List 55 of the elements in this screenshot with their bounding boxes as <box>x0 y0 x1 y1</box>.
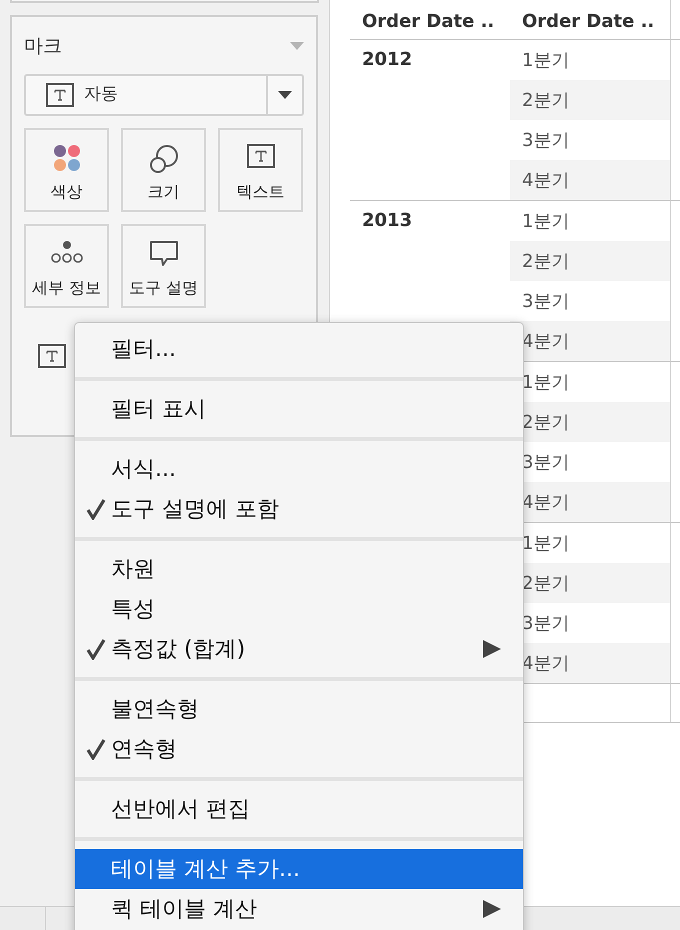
menu-item-label: 측정값 (합계) <box>111 636 246 664</box>
quarter-cell-text: 1분기 <box>521 532 570 556</box>
text-type-icon <box>246 144 274 168</box>
menu-item[interactable]: 테이블 계산 추가... <box>75 849 523 889</box>
mark-property-button[interactable]: 크기 <box>121 128 206 212</box>
quarter-cell-text: 3분기 <box>521 612 570 636</box>
menu-item-label: 서식... <box>111 456 177 484</box>
column-header[interactable]: Order Date .. <box>510 0 670 39</box>
menu-item[interactable]: 퀵 테이블 계산 <box>75 889 523 929</box>
speech-bubble-icon <box>148 240 178 268</box>
menu-item[interactable]: 선반에서 편집 <box>75 789 523 829</box>
menu-item-label: 테이블 계산 추가... <box>111 856 301 884</box>
quarter-cell-text: 1분기 <box>521 210 570 234</box>
quarter-cell-text: 3분기 <box>521 290 570 314</box>
year-cell: 2013 <box>362 210 412 231</box>
menu-item[interactable]: 연속형 <box>75 729 523 769</box>
menu-item[interactable]: 불연속형 <box>75 689 523 729</box>
menu-item-label: 특성 <box>111 596 156 624</box>
menu-item-label: 불연속형 <box>111 696 200 724</box>
quarter-cell: 4분기 <box>510 160 670 200</box>
quarter-cell-text: 1분기 <box>521 48 570 72</box>
checkmark-icon <box>86 498 106 520</box>
text-type-icon <box>38 344 66 368</box>
quarter-cell-text: 3분기 <box>521 450 570 474</box>
menu-item-label: 연속형 <box>111 736 178 764</box>
quarter-cell-text: 3분기 <box>521 128 570 152</box>
menu-item-label: 차원 <box>111 556 156 584</box>
mark-property-button[interactable]: 세부 정보 <box>24 224 109 308</box>
mark-type-dropdown[interactable]: 자동 <box>24 74 304 116</box>
text-type-icon <box>46 83 74 107</box>
caret-icon <box>278 91 292 99</box>
mark-property-button[interactable]: 도구 설명 <box>121 224 206 308</box>
color-dots-icon <box>52 144 80 172</box>
submenu-arrow-icon <box>483 900 501 918</box>
quarter-cell: 4분기 <box>510 321 670 361</box>
mark-property-button[interactable]: 색상 <box>24 128 109 212</box>
mark-property-button[interactable]: 텍스트 <box>218 128 303 212</box>
menu-item-label: 필터... <box>111 336 177 364</box>
menu-item-label: 도구 설명에 포함 <box>111 496 280 524</box>
menu-item-label: 선반에서 편집 <box>111 796 251 824</box>
card-title: 마크 <box>24 34 62 59</box>
checkmark-icon <box>86 738 106 760</box>
year-cell: 2012 <box>362 49 412 70</box>
quarter-cell-text: 1분기 <box>521 370 570 394</box>
caret-icon[interactable] <box>290 42 304 50</box>
quarter-cell: 2분기 <box>510 80 670 120</box>
dots-icon <box>50 240 82 264</box>
menu-item-label: 퀵 테이블 계산 <box>111 896 258 924</box>
submenu-arrow-icon <box>483 640 501 658</box>
menu-item-label: 필터 표시 <box>111 396 207 424</box>
quarter-cell: 2분기 <box>510 241 670 281</box>
mark-type-label: 자동 <box>84 83 118 106</box>
overlapping-circles-icon <box>148 144 178 174</box>
checkmark-icon <box>86 638 106 660</box>
column-header[interactable]: Order Date .. <box>350 0 510 39</box>
